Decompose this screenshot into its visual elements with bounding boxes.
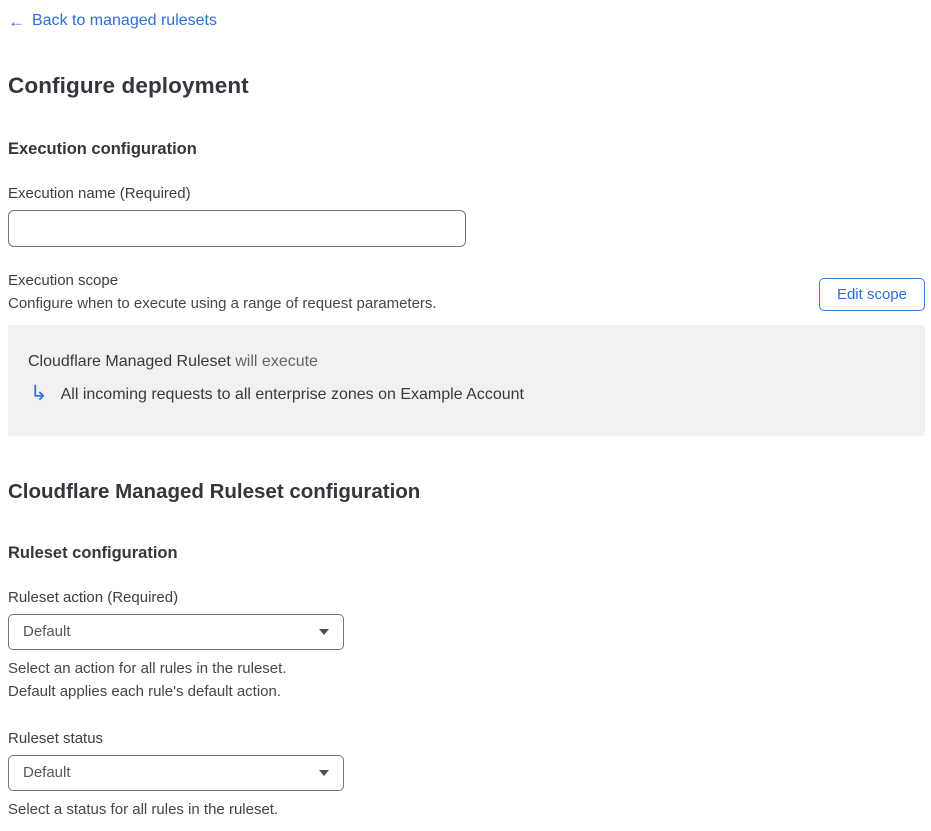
ruleset-action-select[interactable]: Default	[8, 613, 344, 650]
ruleset-action-label: Ruleset action (Required)	[8, 588, 179, 606]
edit-scope-button[interactable]: Edit scope	[818, 277, 925, 311]
ruleset-configuration-page-heading: Cloudflare Managed Ruleset configuration	[8, 479, 421, 503]
execution-scope-label: Execution scope	[8, 271, 119, 289]
execution-scope-row: Execution scope Configure when to execut…	[8, 272, 925, 312]
scope-summary-panel: Cloudflare Managed Ruleset will execute …	[8, 324, 925, 436]
ruleset-configuration-subheading: Ruleset configuration	[8, 543, 178, 562]
scope-target-text: All incoming requests to all enterprise …	[60, 386, 524, 403]
configure-deployment-page: ← Back to managed rulesets Configure dep…	[0, 0, 931, 831]
ruleset-status-select[interactable]: Default	[8, 754, 344, 791]
ruleset-status-label: Ruleset status	[8, 729, 104, 747]
caret-down-icon	[319, 628, 329, 635]
scope-verb: will execute	[235, 352, 318, 370]
ruleset-status-help: Select a status for all rules in the rul…	[8, 799, 925, 822]
execution-name-input[interactable]	[8, 209, 466, 247]
scope-summary-line: Cloudflare Managed Ruleset will execute	[28, 353, 905, 371]
scope-ruleset-name: Cloudflare Managed Ruleset	[28, 352, 231, 370]
branch-arrow-icon: ↳	[30, 381, 48, 405]
page-title: Configure deployment	[8, 72, 249, 98]
caret-down-icon	[319, 769, 329, 776]
execution-scope-description: Configure when to execute using a range …	[8, 294, 437, 312]
execution-configuration-heading: Execution configuration	[8, 139, 197, 158]
scope-target-line: ↳ All incoming requests to all enterpris…	[28, 381, 905, 406]
ruleset-status-selected-value: Default	[23, 764, 71, 781]
back-arrow-icon: ←	[8, 11, 25, 31]
ruleset-status-help-line: Select a status for all rules in the rul…	[8, 800, 279, 818]
execution-scope-text-block: Execution scope Configure when to execut…	[8, 272, 437, 312]
ruleset-action-help-line1: Select an action for all rules in the ru…	[8, 659, 287, 677]
back-to-managed-rulesets-link[interactable]: ← Back to managed rulesets	[8, 12, 217, 30]
back-link-label: Back to managed rulesets	[32, 12, 217, 29]
execution-name-label: Execution name (Required)	[8, 184, 191, 202]
ruleset-action-help-line2: Default applies each rule's default acti…	[8, 683, 282, 700]
ruleset-action-selected-value: Default	[23, 623, 71, 640]
ruleset-action-help: Select an action for all rules in the ru…	[8, 658, 925, 704]
